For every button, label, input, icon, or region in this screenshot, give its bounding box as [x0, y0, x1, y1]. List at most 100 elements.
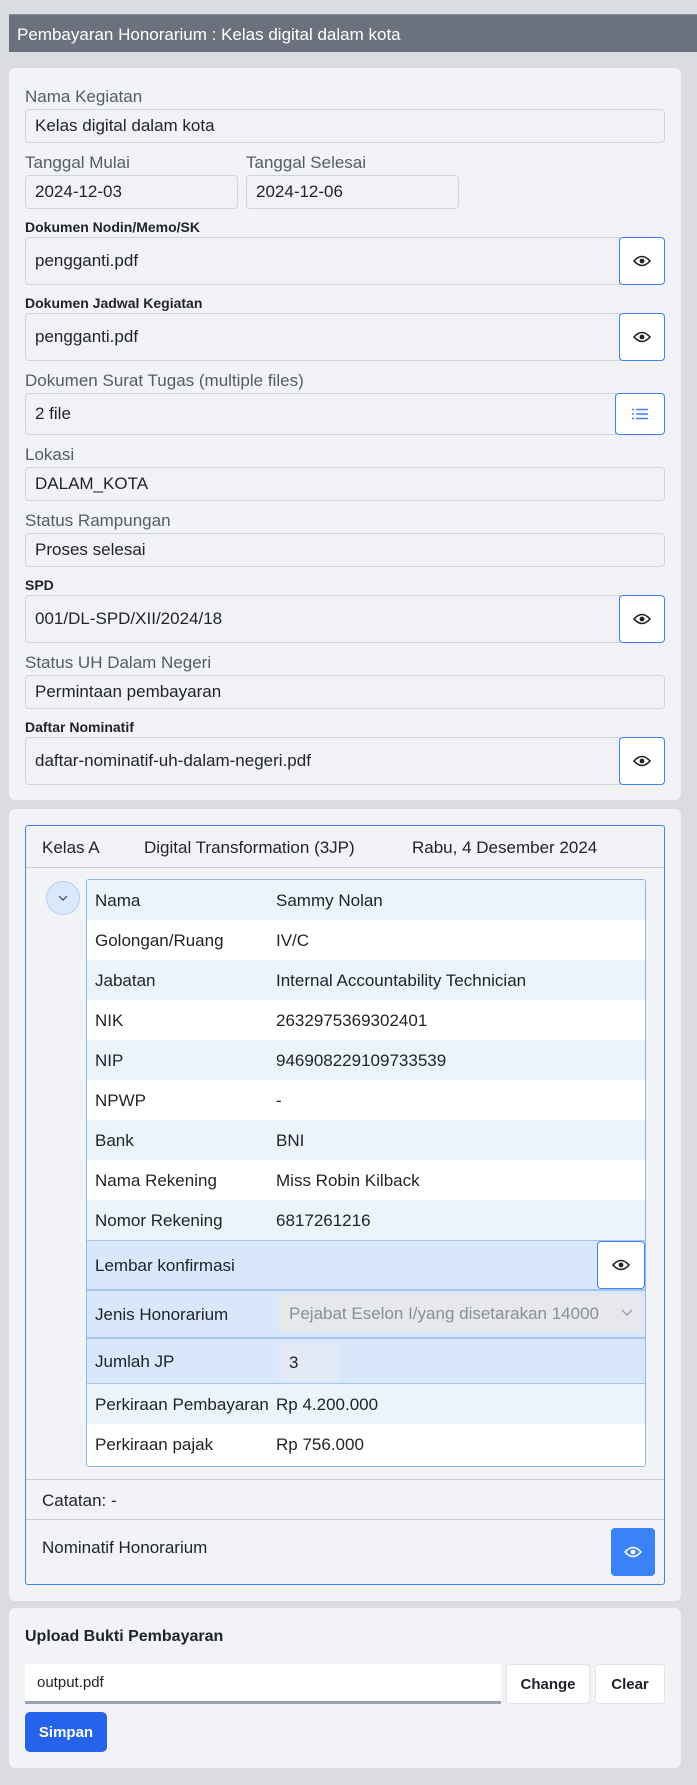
- table-row: NIK 2632975369302401: [87, 1000, 645, 1040]
- row-value: -: [276, 1091, 282, 1110]
- dokumen-nodin-label: Dokumen Nodin/Memo/SK: [25, 219, 201, 235]
- tanggal-selesai-field[interactable]: 2024-12-06: [246, 175, 459, 209]
- page-title: Pembayaran Honorarium : Kelas digital da…: [9, 14, 697, 52]
- row-value: 6817261216: [276, 1211, 371, 1230]
- lokasi-label: Lokasi: [25, 445, 75, 464]
- upload-card: Upload Bukti Pembayaran output.pdf Chang…: [9, 1608, 681, 1768]
- tanggal-selesai-label: Tanggal Selesai: [246, 153, 367, 172]
- file-input[interactable]: output.pdf: [25, 1664, 501, 1704]
- eye-icon: [612, 1259, 630, 1271]
- jumlah-jp-label: Jumlah JP: [95, 1352, 175, 1371]
- change-button[interactable]: Change: [506, 1664, 590, 1704]
- dokumen-jadwal-label: Dokumen Jadwal Kegiatan: [25, 295, 203, 311]
- collapse-toggle[interactable]: [46, 881, 80, 915]
- dokumen-jadwal-field[interactable]: pengganti.pdf: [25, 313, 620, 361]
- view-lembar-button[interactable]: [597, 1241, 645, 1289]
- status-rampungan-label: Status Rampungan: [25, 511, 171, 530]
- perkiraan-pajak-label: Perkiraan pajak: [95, 1435, 214, 1454]
- row-key: Bank: [95, 1131, 134, 1150]
- chevron-down-icon: [621, 1309, 633, 1316]
- clear-button[interactable]: Clear: [595, 1664, 665, 1704]
- view-nodin-button[interactable]: [619, 237, 665, 285]
- session-header[interactable]: Kelas A Digital Transformation (3JP) Rab…: [26, 826, 664, 868]
- catatan-text: Catatan: -: [42, 1491, 117, 1510]
- perkiraan-pajak-row: Perkiraan pajak Rp 756.000: [87, 1424, 645, 1464]
- daftar-nominatif-label: Daftar Nominatif: [25, 719, 134, 735]
- upload-title: Upload Bukti Pembayaran: [25, 1628, 224, 1645]
- row-key: Nomor Rekening: [95, 1211, 223, 1230]
- jenis-honorarium-value: Pejabat Eselon I/yang disetarakan 14000: [289, 1304, 600, 1323]
- jenis-honorarium-row: Jenis Honorarium Pejabat Eselon I/yang d…: [87, 1290, 645, 1338]
- view-jadwal-button[interactable]: [619, 313, 665, 361]
- table-row: Nama Sammy Nolan: [87, 880, 645, 920]
- status-uh-field[interactable]: Permintaan pembayaran: [25, 675, 665, 709]
- eye-icon: [633, 613, 651, 625]
- row-key: NIK: [95, 1011, 124, 1030]
- tanggal-label: Rabu, 4 Desember 2024: [412, 838, 598, 857]
- row-key: Nama: [95, 891, 141, 910]
- row-value: Miss Robin Kilback: [276, 1171, 420, 1190]
- eye-icon: [633, 755, 651, 767]
- eye-icon: [633, 255, 651, 267]
- view-spd-button[interactable]: [619, 595, 665, 643]
- catatan-row: Catatan: -: [26, 1479, 664, 1519]
- eye-icon: [633, 331, 651, 343]
- row-key: NPWP: [95, 1091, 146, 1110]
- row-key: Jabatan: [95, 971, 156, 990]
- view-nominatif-honorarium-button[interactable]: [611, 1528, 655, 1576]
- row-value: Internal Accountability Technician: [276, 971, 527, 990]
- table-row: Golongan/Ruang IV/C: [87, 920, 645, 960]
- row-value: Sammy Nolan: [276, 891, 383, 910]
- view-nominatif-button[interactable]: [619, 737, 665, 785]
- row-value: BNI: [276, 1131, 305, 1150]
- chevron-down-icon: [58, 895, 68, 901]
- jumlah-jp-input[interactable]: 3: [279, 1343, 339, 1381]
- jenis-honorarium-select[interactable]: Pejabat Eselon I/yang disetarakan 14000: [279, 1294, 645, 1332]
- dokumen-nodin-field[interactable]: pengganti.pdf: [25, 237, 620, 285]
- nama-kegiatan-field[interactable]: Kelas digital dalam kota: [25, 109, 665, 143]
- narasumber-table: Nama Sammy Nolan Golongan/Ruang IV/C Jabat…: [86, 879, 646, 1467]
- status-uh-label: Status UH Dalam Negeri: [25, 653, 212, 672]
- save-button[interactable]: Simpan: [25, 1712, 107, 1752]
- table-row: NPWP -: [87, 1080, 645, 1120]
- nominatif-honorarium-row: Nominatif Honorarium: [26, 1519, 664, 1585]
- row-key: NIP: [95, 1051, 124, 1070]
- list-files-button[interactable]: [615, 393, 665, 435]
- tanggal-mulai-label: Tanggal Mulai: [25, 153, 130, 172]
- activity-card: Nama Kegiatan Kelas digital dalam kota T…: [9, 68, 681, 800]
- dokumen-surat-label: Dokumen Surat Tugas (multiple files): [25, 371, 304, 390]
- row-key: Nama Rekening: [95, 1171, 217, 1190]
- table-row: NIP 946908229109733539: [87, 1040, 645, 1080]
- table-row: Nomor Rekening 6817261216: [87, 1200, 645, 1240]
- perkiraan-pembayaran-label: Perkiraan Pembayaran: [95, 1395, 269, 1414]
- table-row: Bank BNI: [87, 1120, 645, 1160]
- session-panel: Kelas A Digital Transformation (3JP) Rab…: [25, 825, 665, 1585]
- eye-icon: [624, 1546, 642, 1558]
- perkiraan-pajak-value: Rp 756.000: [276, 1435, 364, 1454]
- daftar-nominatif-field[interactable]: daftar-nominatif-uh-dalam-negeri.pdf: [25, 737, 620, 785]
- perkiraan-pembayaran-value: Rp 4.200.000: [276, 1395, 379, 1414]
- session-card: Kelas A Digital Transformation (3JP) Rab…: [9, 809, 681, 1601]
- table-row: Nama Rekening Miss Robin Kilback: [87, 1160, 645, 1200]
- table-row: Jabatan Internal Accountability Technicia…: [87, 960, 645, 1000]
- kelas-label: Kelas A: [42, 838, 100, 857]
- dokumen-surat-field[interactable]: 2 file: [25, 393, 616, 435]
- topik-label: Digital Transformation (3JP): [144, 838, 355, 857]
- status-rampungan-field[interactable]: Proses selesai: [25, 533, 665, 567]
- spd-label: SPD: [25, 577, 54, 593]
- perkiraan-pembayaran-row: Perkiraan Pembayaran Rp 4.200.000: [87, 1384, 645, 1424]
- spd-field[interactable]: 001/DL-SPD/XII/2024/18: [25, 595, 620, 643]
- row-key: Golongan/Ruang: [95, 931, 224, 950]
- lokasi-field[interactable]: DALAM_KOTA: [25, 467, 665, 501]
- list-icon: [632, 408, 648, 420]
- row-value: 2632975369302401: [276, 1011, 428, 1030]
- row-value: 946908229109733539: [276, 1051, 447, 1070]
- jumlah-jp-row: Jumlah JP 3: [87, 1338, 645, 1384]
- tanggal-mulai-field[interactable]: 2024-12-03: [25, 175, 238, 209]
- jenis-honorarium-label: Jenis Honorarium: [95, 1305, 229, 1324]
- nama-kegiatan-label: Nama Kegiatan: [25, 87, 143, 106]
- nominatif-honorarium-label: Nominatif Honorarium: [42, 1538, 208, 1557]
- lembar-konfirmasi-label: Lembar konfirmasi: [95, 1256, 235, 1275]
- row-value: IV/C: [276, 931, 310, 950]
- lembar-konfirmasi-row: Lembar konfirmasi: [87, 1240, 645, 1290]
